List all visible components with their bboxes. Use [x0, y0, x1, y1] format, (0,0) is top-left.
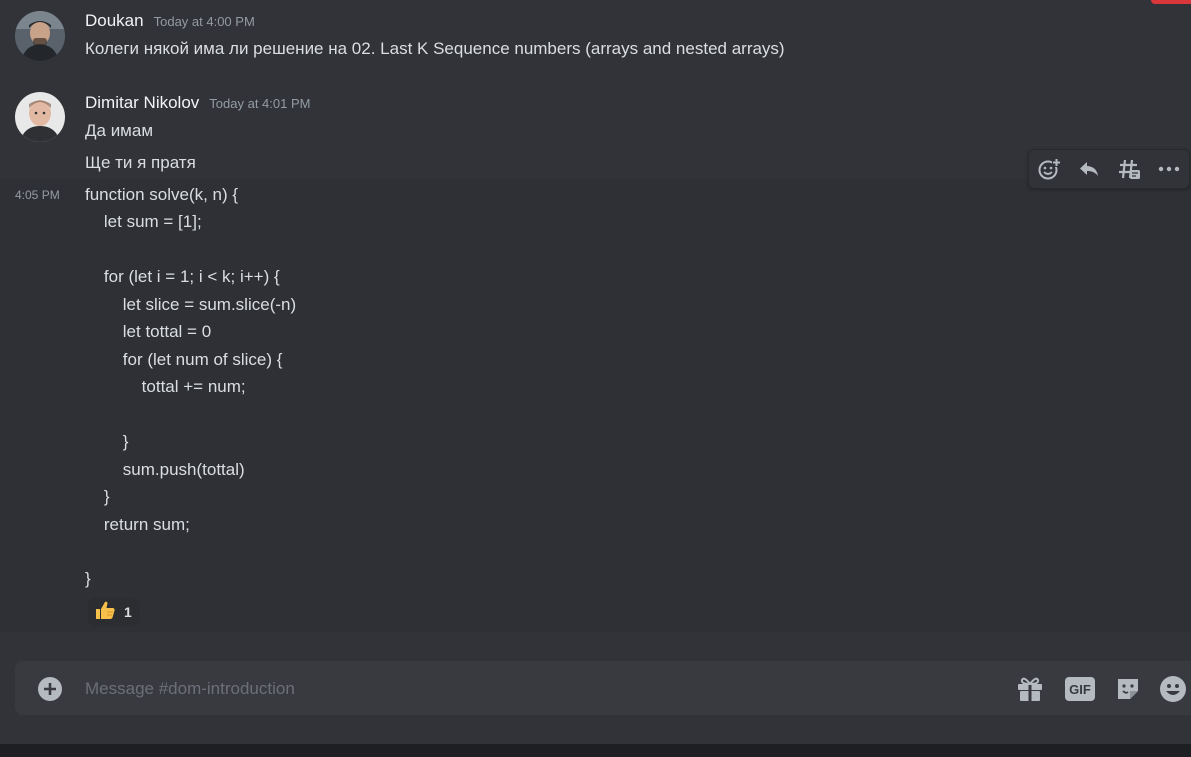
code-line: tottal += num; [85, 377, 246, 396]
message-text: Да имам [85, 121, 154, 140]
author-name[interactable]: Dimitar Nikolov [85, 93, 199, 113]
code-line: } [85, 432, 129, 451]
avatar-photo-icon [15, 11, 65, 61]
message-actions-toolbar [1028, 149, 1190, 189]
message-text: Ще ти я пратя [85, 153, 196, 172]
side-timestamp[interactable]: 4:05 PM [15, 188, 60, 202]
avatar[interactable] [15, 92, 65, 142]
message-timestamp[interactable]: Today at 4:01 PM [209, 96, 310, 111]
emoji-icon[interactable] [1159, 675, 1187, 703]
avatar-photo-icon [15, 92, 65, 142]
add-reaction-icon[interactable] [1033, 153, 1065, 185]
code-line: let slice = sum.slice(-n) [85, 295, 297, 314]
message-input[interactable] [85, 677, 965, 701]
code-line: sum.push(tottal) [85, 460, 245, 479]
gif-label: GIF [1069, 682, 1091, 697]
author-name[interactable]: Doukan [85, 11, 144, 31]
gift-icon[interactable] [1016, 675, 1044, 703]
message-composer: GIF [15, 661, 1191, 715]
reaction-count: 1 [124, 604, 132, 620]
message-dimitar: Dimitar Nikolov Today at 4:01 PM Да имам… [0, 88, 1191, 178]
code-line: for (let num of slice) { [85, 350, 283, 369]
reaction-thumbs-up[interactable]: 1 [88, 598, 140, 626]
message-doukan: Doukan Today at 4:00 PM Колеги някой има… [0, 0, 1191, 80]
create-thread-icon[interactable] [1113, 153, 1145, 185]
thumbs-up-icon [94, 600, 116, 625]
message-code-hovered [0, 179, 1191, 632]
message-text: Колеги някой има ли решение на 02. Last … [85, 39, 785, 58]
avatar[interactable] [15, 11, 65, 61]
code-line: for (let i = 1; i < k; i++) { [85, 267, 280, 286]
code-line: let tottal = 0 [85, 322, 212, 341]
gif-icon[interactable]: GIF [1065, 675, 1095, 703]
chat-view: Doukan Today at 4:00 PM Колеги някой има… [0, 0, 1191, 757]
code-line: } [85, 487, 110, 506]
code-line: function solve(k, n) { [85, 185, 239, 204]
bottom-bar [0, 744, 1191, 757]
more-icon[interactable] [1153, 153, 1185, 185]
code-line: let sum = [1]; [85, 212, 202, 231]
add-attachment-icon[interactable] [37, 676, 63, 702]
reply-icon[interactable] [1073, 153, 1105, 185]
code-line: return sum; [85, 515, 190, 534]
sticker-icon[interactable] [1114, 675, 1142, 703]
code-line: } [85, 569, 91, 588]
message-timestamp[interactable]: Today at 4:00 PM [154, 14, 255, 29]
